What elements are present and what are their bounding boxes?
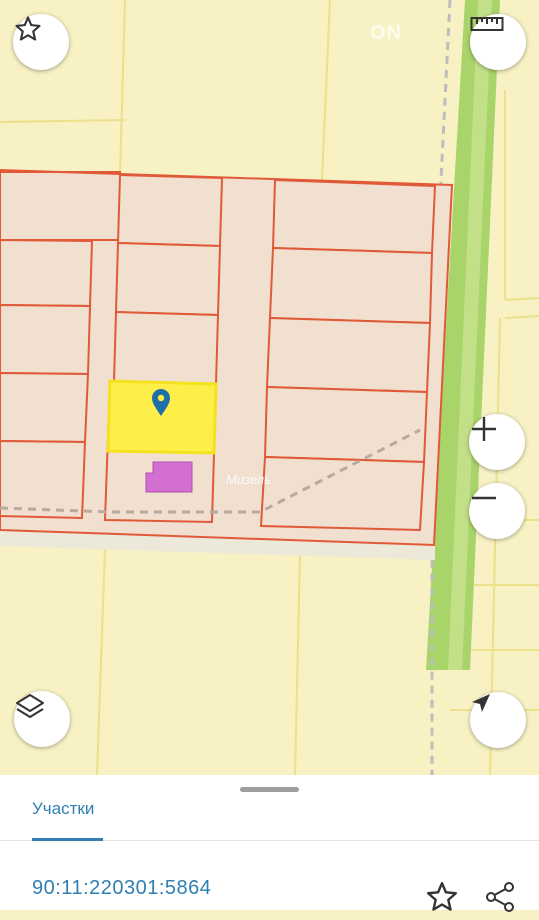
- zoom-in-button[interactable]: [469, 414, 525, 470]
- tab-parcels[interactable]: Участки: [32, 799, 94, 819]
- bottom-sheet[interactable]: Участки 90:11:220301:5864: [0, 775, 539, 912]
- share-icon: [482, 882, 518, 919]
- parcel: [0, 371, 90, 444]
- cadastral-number: 90:11:220301:5864: [32, 877, 212, 899]
- parcel: [112, 310, 220, 386]
- parcel: [0, 238, 94, 308]
- ruler-button[interactable]: [470, 14, 526, 70]
- tab-active-indicator: [32, 838, 103, 841]
- parcel: [0, 303, 92, 376]
- zoom-out-button[interactable]: [469, 483, 525, 539]
- parcel: [259, 455, 426, 532]
- parcel: [268, 246, 434, 325]
- map-canvas[interactable]: [0, 0, 539, 775]
- watermark-text: Мизель: [226, 472, 271, 487]
- location-button[interactable]: [470, 692, 526, 748]
- drag-handle[interactable]: [240, 787, 299, 792]
- parcel: [0, 439, 87, 520]
- layers-button[interactable]: [14, 691, 70, 747]
- star-outline-icon: [424, 882, 460, 919]
- building: [145, 461, 193, 493]
- parcel: [263, 385, 429, 464]
- watermark-logo: ON: [370, 22, 402, 44]
- parcel: [116, 173, 224, 248]
- map-view[interactable]: ON Мизель: [0, 0, 539, 775]
- parcel: [114, 241, 222, 317]
- parcel: [265, 316, 432, 394]
- parcel: [0, 171, 121, 241]
- parcel: [271, 178, 437, 255]
- favorite-button[interactable]: [13, 14, 69, 70]
